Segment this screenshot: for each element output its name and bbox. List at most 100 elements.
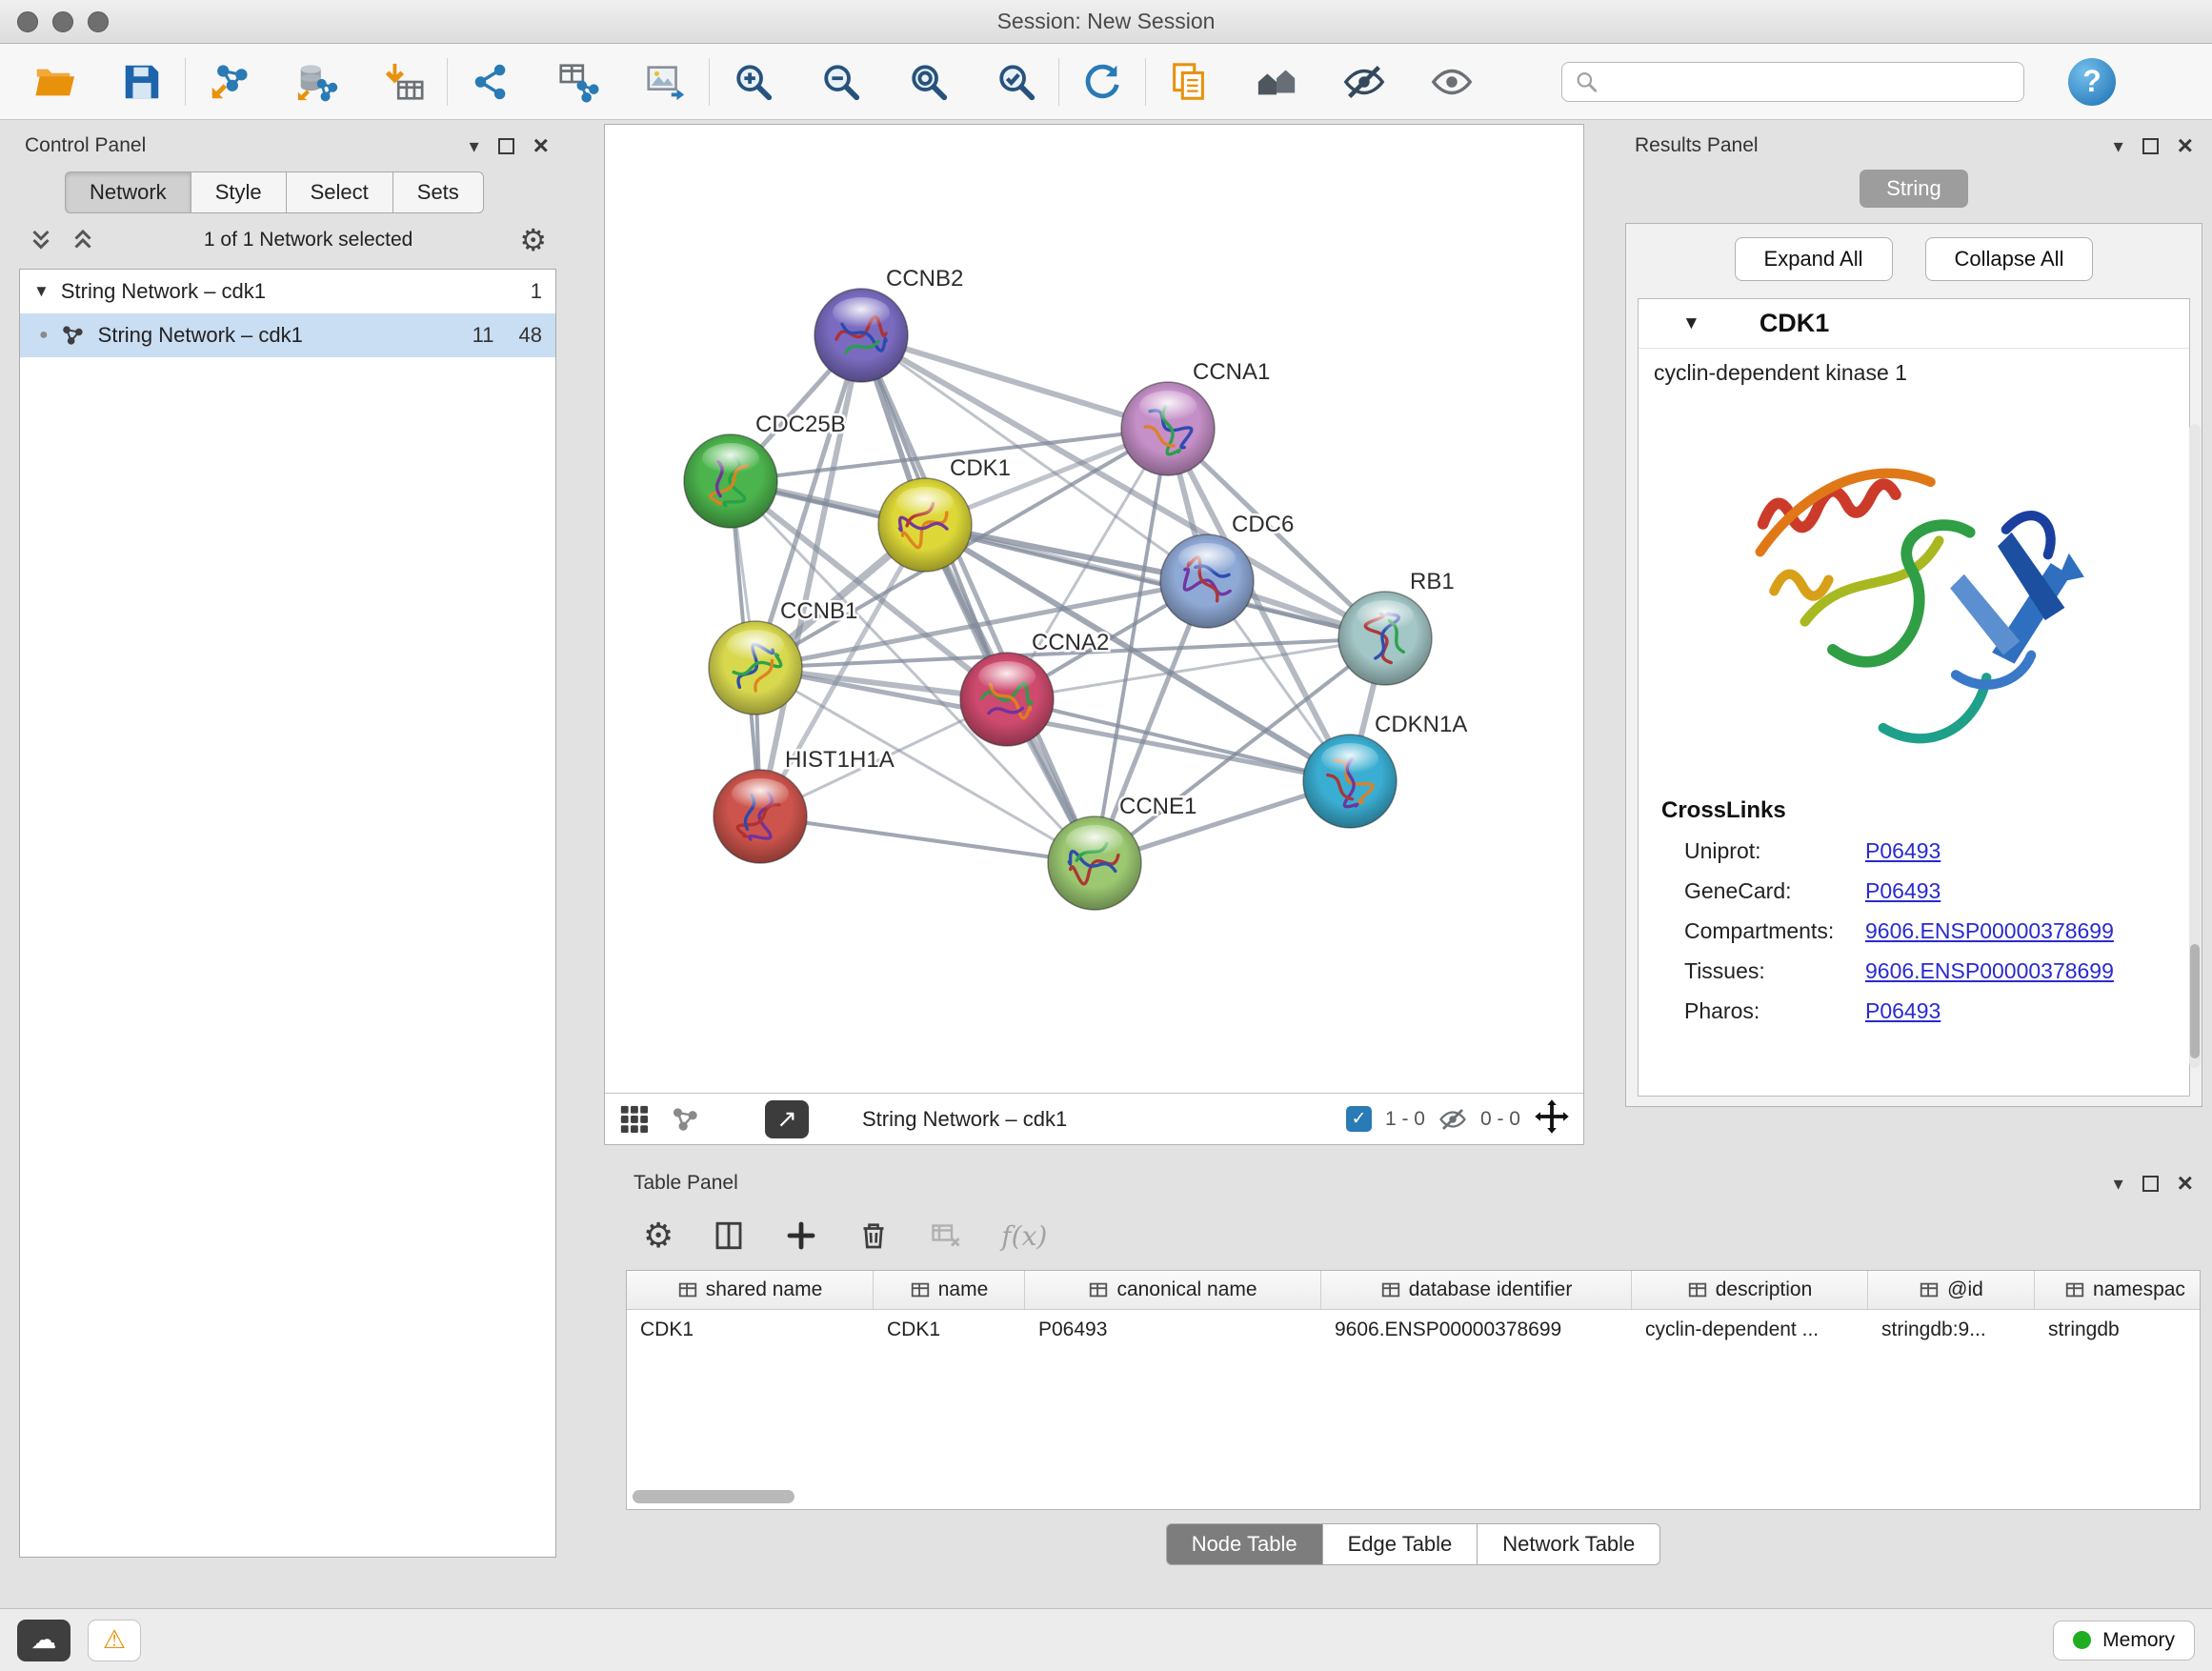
network-node-CDC25B[interactable] bbox=[684, 434, 777, 528]
crosslink-tissues-link[interactable]: 9606.ENSP00000378699 bbox=[1865, 958, 2114, 984]
copy-documents-icon[interactable] bbox=[1161, 54, 1217, 110]
tab-sets[interactable]: Sets bbox=[392, 171, 484, 213]
tab-network[interactable]: Network bbox=[65, 171, 191, 213]
open-external-button[interactable]: ↗ bbox=[765, 1100, 809, 1138]
import-network-database-icon[interactable] bbox=[289, 54, 344, 110]
cell-id[interactable]: stringdb:9... bbox=[1868, 1310, 2035, 1350]
zoom-selected-icon[interactable] bbox=[988, 54, 1043, 110]
network-node-CCNB2[interactable] bbox=[814, 289, 908, 382]
column-header-description[interactable]: description bbox=[1632, 1271, 1868, 1309]
zoom-fit-icon[interactable] bbox=[900, 54, 955, 110]
network-edge-CCNB2-CCNA1[interactable] bbox=[861, 335, 1168, 429]
cell-description[interactable]: cyclin-dependent ... bbox=[1632, 1310, 1868, 1350]
network-canvas[interactable]: CCNB2CCNA1CDC25BCDK1CDC6RB1CCNB1CCNA2CDK… bbox=[605, 125, 1583, 1093]
selected-nodes-checkbox[interactable]: ✓ bbox=[1346, 1106, 1372, 1132]
network-node-CCNE1[interactable] bbox=[1048, 816, 1141, 910]
cell-shared-name[interactable]: CDK1 bbox=[627, 1310, 874, 1350]
column-header-canonical-name[interactable]: canonical name bbox=[1025, 1271, 1321, 1309]
memory-button[interactable]: Memory bbox=[2053, 1621, 2195, 1661]
pan-crosshair-icon[interactable] bbox=[1534, 1098, 1570, 1135]
tab-select[interactable]: Select bbox=[286, 171, 392, 213]
cell-name[interactable]: CDK1 bbox=[874, 1310, 1025, 1350]
tab-edge-table[interactable]: Edge Table bbox=[1322, 1523, 1478, 1565]
network-node-CDK1[interactable] bbox=[878, 478, 972, 572]
network-node-CDKN1A[interactable] bbox=[1303, 735, 1397, 828]
help-icon[interactable]: ? bbox=[2068, 58, 2116, 106]
caret-down-icon[interactable]: ▼ bbox=[33, 282, 50, 301]
column-header-namespace[interactable]: namespac bbox=[2035, 1271, 2201, 1309]
minimize-window-button[interactable] bbox=[52, 11, 73, 32]
panel-close-icon[interactable]: × bbox=[2178, 1170, 2193, 1197]
network-item-row[interactable]: ● String Network – cdk1 11 48 bbox=[20, 313, 555, 357]
panel-float-icon[interactable]: ▾ bbox=[2114, 134, 2123, 158]
collapse-all-icon[interactable] bbox=[27, 226, 55, 254]
node-result-header[interactable]: ▼ CDK1 bbox=[1639, 299, 2189, 349]
cell-database-identifier[interactable]: 9606.ENSP00000378699 bbox=[1321, 1310, 1632, 1350]
hidden-eye-icon[interactable] bbox=[1438, 1105, 1467, 1134]
delete-column-trash-icon[interactable] bbox=[856, 1218, 891, 1253]
network-share-icon[interactable] bbox=[670, 1103, 702, 1136]
crosslink-compartments-link[interactable]: 9606.ENSP00000378699 bbox=[1865, 918, 2114, 944]
cell-namespace[interactable]: stringdb bbox=[2035, 1310, 2201, 1350]
zoom-window-button[interactable] bbox=[88, 11, 109, 32]
crosslink-uniprot-link[interactable]: P06493 bbox=[1865, 838, 1941, 864]
export-image-icon[interactable] bbox=[638, 54, 694, 110]
import-network-file-icon[interactable] bbox=[201, 54, 256, 110]
panel-close-icon[interactable]: × bbox=[2178, 132, 2193, 159]
column-header-name[interactable]: name bbox=[874, 1271, 1025, 1309]
tab-style[interactable]: Style bbox=[191, 171, 286, 213]
collapse-all-button[interactable]: Collapse All bbox=[1925, 237, 2094, 281]
network-node-RB1[interactable] bbox=[1338, 592, 1432, 685]
network-edge-HIST1H1A-CCNE1[interactable] bbox=[760, 816, 1095, 863]
warnings-button[interactable]: ⚠ bbox=[88, 1620, 141, 1661]
new-network-icon[interactable] bbox=[463, 54, 518, 110]
network-from-table-icon[interactable] bbox=[551, 54, 606, 110]
panel-float-icon[interactable]: ▾ bbox=[2114, 1172, 2123, 1196]
expand-all-icon[interactable] bbox=[69, 226, 97, 254]
panel-maximize-icon[interactable] bbox=[498, 138, 514, 154]
hide-annotations-icon[interactable] bbox=[1337, 54, 1392, 110]
crosslink-genecard-link[interactable]: P06493 bbox=[1865, 878, 1941, 904]
search-input[interactable] bbox=[1606, 70, 2012, 93]
panel-maximize-icon[interactable] bbox=[2142, 138, 2159, 154]
network-node-CDC6[interactable] bbox=[1160, 534, 1254, 628]
close-window-button[interactable] bbox=[17, 11, 38, 32]
birdseye-grid-icon[interactable] bbox=[618, 1103, 651, 1136]
gear-icon[interactable]: ⚙ bbox=[519, 225, 547, 255]
results-vertical-scrollbar[interactable] bbox=[2189, 424, 2201, 1068]
zoom-out-icon[interactable] bbox=[813, 54, 868, 110]
network-edge-CCNB2-CCNE1[interactable] bbox=[861, 335, 1095, 863]
caret-down-icon[interactable]: ▼ bbox=[1682, 313, 1700, 334]
tab-network-table[interactable]: Network Table bbox=[1477, 1523, 1660, 1565]
cell-canonical-name[interactable]: P06493 bbox=[1025, 1310, 1321, 1350]
expand-all-button[interactable]: Expand All bbox=[1735, 237, 1893, 281]
table-settings-gear-icon[interactable]: ⚙ bbox=[643, 1218, 674, 1253]
column-header-database-identifier[interactable]: database identifier bbox=[1321, 1271, 1632, 1309]
table-horizontal-scrollbar[interactable] bbox=[633, 1490, 794, 1503]
open-session-icon[interactable] bbox=[27, 54, 82, 110]
column-header-id[interactable]: @id bbox=[1868, 1271, 2035, 1309]
panel-maximize-icon[interactable] bbox=[2142, 1176, 2159, 1192]
import-table-file-icon[interactable] bbox=[376, 54, 432, 110]
panel-float-icon[interactable]: ▾ bbox=[470, 134, 479, 158]
cloud-button[interactable]: ☁ bbox=[17, 1620, 70, 1661]
create-column-plus-icon[interactable] bbox=[784, 1218, 818, 1253]
home-views-icon[interactable] bbox=[1249, 54, 1304, 110]
show-columns-icon[interactable] bbox=[712, 1218, 746, 1253]
search-field[interactable] bbox=[1561, 62, 2024, 102]
panel-close-icon[interactable]: × bbox=[533, 132, 549, 159]
network-node-CCNA2[interactable] bbox=[960, 653, 1054, 746]
network-collection-row[interactable]: ▼ String Network – cdk1 1 bbox=[20, 270, 555, 313]
column-header-shared-name[interactable]: shared name bbox=[627, 1271, 874, 1309]
network-node-CCNA1[interactable] bbox=[1121, 382, 1215, 475]
crosslink-pharos-link[interactable]: P06493 bbox=[1865, 998, 1941, 1024]
network-node-HIST1H1A[interactable] bbox=[714, 770, 807, 863]
network-edge-CCNB2-HIST1H1A[interactable] bbox=[760, 335, 861, 816]
tab-node-table[interactable]: Node Table bbox=[1166, 1523, 1322, 1565]
zoom-in-icon[interactable] bbox=[725, 54, 780, 110]
network-node-CCNB1[interactable] bbox=[709, 621, 802, 715]
refresh-icon[interactable] bbox=[1075, 54, 1130, 110]
show-eye-icon[interactable] bbox=[1424, 54, 1479, 110]
tab-string[interactable]: String bbox=[1860, 170, 1968, 208]
save-session-icon[interactable] bbox=[114, 54, 170, 110]
